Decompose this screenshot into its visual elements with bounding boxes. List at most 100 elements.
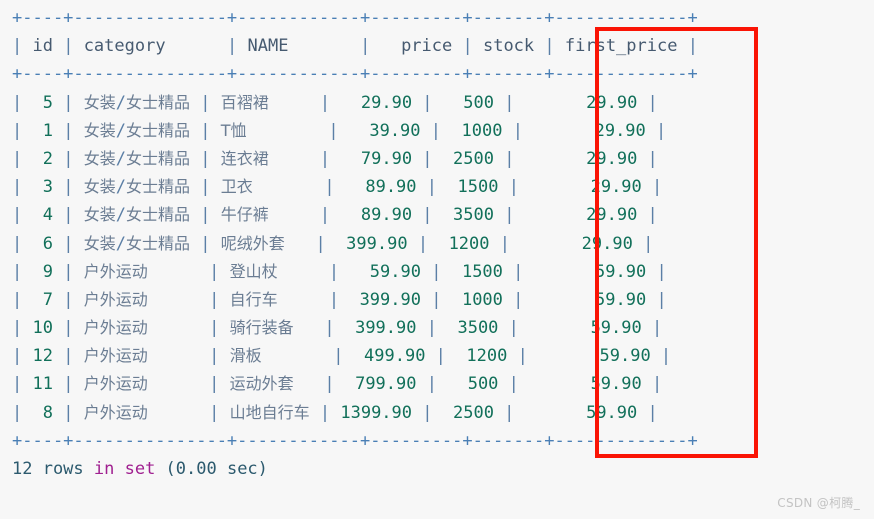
column-separator: | [641, 177, 663, 198]
cell-category: 户外运动 [83, 402, 148, 422]
header-cell-stock: stock [482, 36, 535, 57]
cell-category: 女装 [83, 92, 116, 112]
column-separator: | [198, 318, 230, 339]
column-separator: | [309, 402, 341, 423]
cell-id: 4 [42, 205, 53, 226]
column-separator: | [637, 402, 658, 423]
cell-NAME: 呢绒外套 [220, 233, 285, 253]
header-cell-category: category [83, 36, 166, 57]
terminal-output: +----+---------------+------------+-----… [12, 4, 698, 483]
cell-id: 8 [42, 402, 53, 423]
cell-first_price: 29.90 [590, 177, 642, 198]
cell-first_price: 29.90 [594, 120, 646, 141]
column-separator: | [498, 374, 530, 395]
column-separator: | [216, 36, 248, 57]
column-separator: | [412, 205, 443, 226]
cell-price: 79.90 [360, 148, 413, 169]
cell-category: 户外运动 [83, 374, 148, 394]
column-separator: | [198, 261, 230, 282]
column-separator: | [305, 233, 336, 254]
column-separator: | [641, 374, 663, 395]
column-separator: | [314, 177, 345, 198]
column-separator: | [12, 318, 33, 339]
cell-NAME: 运动外套 [229, 374, 294, 394]
cell-price: 399.90 [346, 233, 408, 254]
cell-price: 1399.90 [340, 402, 413, 423]
column-separator: | [12, 346, 33, 367]
column-separator: | [677, 36, 698, 57]
table-row: | 6 | 女装/女士精品 | 呢绒外套 | 399.90 | 1200 | 2… [12, 230, 698, 258]
cell-NAME: 骑行装备 [229, 318, 294, 338]
cell-category: 女装 [83, 148, 116, 168]
column-separator: | [646, 261, 667, 282]
cell-id: 10 [32, 318, 53, 339]
cell-category: 女装 [83, 177, 116, 197]
cell-id: 11 [32, 374, 53, 395]
column-separator: | [189, 233, 221, 254]
column-separator: | [412, 92, 443, 113]
column-separator: | [189, 177, 221, 198]
column-separator: | [641, 318, 663, 339]
column-separator: | [452, 36, 483, 57]
cell-NAME: 滑板 [229, 346, 262, 366]
column-separator: | [349, 36, 381, 57]
column-separator: | [498, 177, 530, 198]
cell-id: 5 [42, 92, 53, 113]
table-row: | 12 | 户外运动 | 滑板 | 499.90 | 1200 | 59.90… [12, 342, 698, 370]
column-separator: | [52, 205, 84, 226]
cell-NAME: 牛仔裤 [220, 205, 269, 225]
column-separator: | [52, 374, 84, 395]
column-separator: | [416, 318, 448, 339]
cell-stock: 1000 [461, 120, 503, 141]
column-separator: | [189, 205, 221, 226]
cell-category: 女士精品 [125, 92, 190, 112]
column-separator: | [52, 148, 84, 169]
table-row: | 8 | 户外运动 | 山地自行车 | 1399.90 | 2500 | 59… [12, 399, 698, 427]
table-row: | 7 | 户外运动 | 自行车 | 399.90 | 1000 | 59.90… [12, 286, 698, 314]
cell-category: 户外运动 [83, 261, 148, 281]
column-separator: | [425, 346, 457, 367]
column-separator: | [502, 261, 534, 282]
column-separator: | [12, 261, 33, 282]
cell-NAME: 登山杖 [229, 261, 278, 281]
cell-category: 女装 [83, 120, 116, 140]
table-row: | 4 | 女装/女士精品 | 牛仔裤 | 89.90 | 3500 | 29.… [12, 201, 698, 229]
table-row: | 5 | 女装/女士精品 | 百褶裙 | 29.90 | 500 | 29.9… [12, 89, 698, 117]
column-separator: | [52, 289, 84, 310]
cell-category: 户外运动 [83, 289, 148, 309]
column-separator: | [12, 402, 33, 423]
header-cell-first_price: first_price [564, 36, 678, 57]
column-separator: | [489, 233, 521, 254]
column-separator: | [52, 261, 84, 282]
column-separator: | [632, 233, 654, 254]
column-separator: | [12, 289, 33, 310]
cell-first_price: 59.90 [595, 261, 647, 282]
table-header-row: | id | category | NAME | price | stock |… [12, 32, 698, 60]
cell-category: 女士精品 [125, 233, 190, 253]
table-border-rule: +----+---------------+------------+-----… [12, 430, 698, 451]
column-separator: | [412, 148, 443, 169]
csdn-watermark: CSDN @柯腾_ [777, 496, 860, 510]
cell-first_price: 59.90 [590, 318, 642, 339]
category-slash: / [115, 205, 126, 226]
column-separator: | [407, 233, 439, 254]
header-cell-id: id [32, 36, 53, 57]
column-separator: | [493, 402, 525, 423]
cell-price: 399.90 [355, 318, 417, 339]
column-separator: | [52, 36, 84, 57]
cell-NAME: T恤 [220, 120, 247, 140]
column-separator: | [420, 289, 452, 310]
category-slash: / [115, 120, 126, 141]
cell-first_price: 59.90 [586, 402, 638, 423]
status-line: 12 rows in set (0.00 sec) [12, 455, 698, 483]
column-separator: | [498, 318, 530, 339]
column-separator: | [646, 289, 667, 310]
column-separator: | [412, 402, 443, 423]
column-separator: | [198, 374, 230, 395]
cell-first_price: 29.90 [586, 92, 638, 113]
column-separator: | [637, 92, 658, 113]
column-separator: | [502, 120, 534, 141]
cell-category: 女士精品 [125, 148, 190, 168]
cell-stock: 500 [463, 92, 494, 113]
table-header-separator: +----+---------------+------------+-----… [12, 60, 698, 88]
